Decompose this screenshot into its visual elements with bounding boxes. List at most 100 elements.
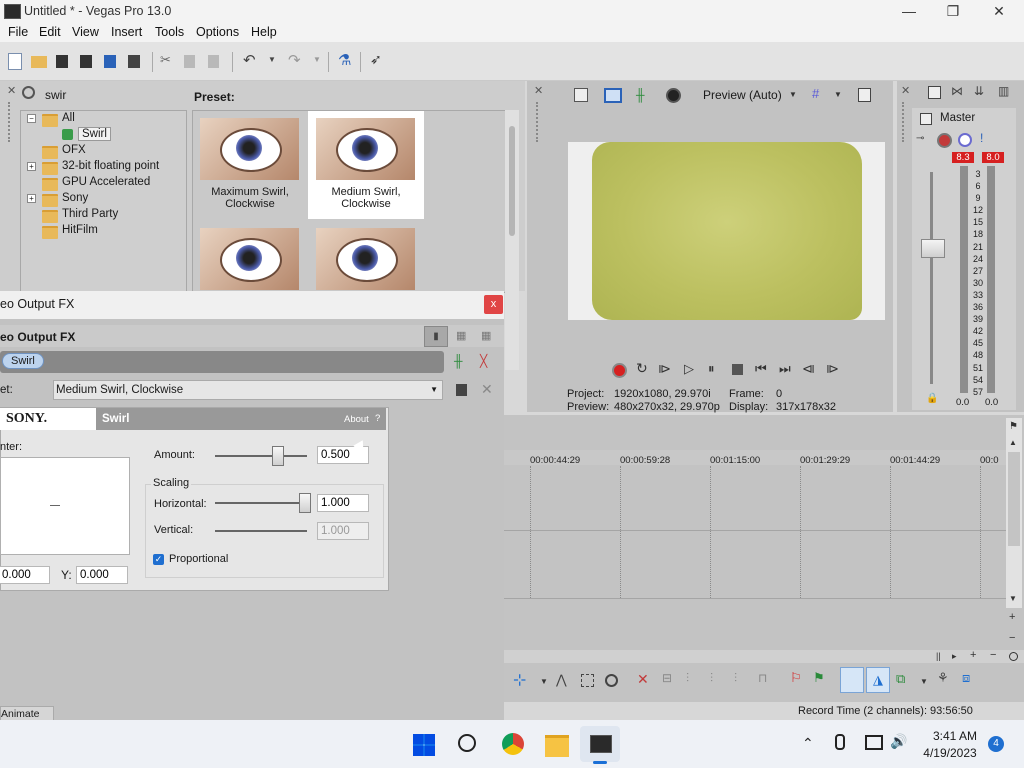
notification-badge[interactable]: 4 <box>988 736 1004 752</box>
mute-icon[interactable] <box>958 133 972 147</box>
save-preset-icon[interactable] <box>456 384 467 396</box>
scroll-right-icon[interactable]: ▸ <box>952 651 957 662</box>
redo-icon[interactable]: ↷ <box>288 51 304 69</box>
preset-thumbnail[interactable] <box>200 228 299 290</box>
render-icon[interactable] <box>104 55 116 68</box>
next-frame-icon[interactable]: ⧐ <box>826 361 839 377</box>
horizontal-input[interactable] <box>317 494 369 512</box>
expand-icon[interactable]: + <box>27 194 36 203</box>
save-icon[interactable] <box>56 55 68 68</box>
play-icon[interactable]: ▷ <box>684 361 694 377</box>
preview-quality-dropdown[interactable]: Preview (Auto) <box>703 88 782 102</box>
overlay-icon[interactable] <box>666 88 681 103</box>
tree-item-gpu[interactable]: GPU Accelerated <box>62 176 150 188</box>
redo-dropdown-icon[interactable]: ▼ <box>313 55 321 64</box>
menu-file[interactable]: File <box>8 25 28 39</box>
magnify-icon[interactable] <box>1009 652 1018 661</box>
preset-select[interactable]: Medium Swirl, Clockwise ▼ <box>53 380 443 400</box>
center-x-input[interactable] <box>0 566 50 584</box>
delete-preset-icon[interactable]: ✕ <box>481 381 493 398</box>
network-icon[interactable] <box>865 735 883 750</box>
fx-icon[interactable] <box>937 133 952 148</box>
open-icon[interactable] <box>31 56 47 68</box>
hscroll-bar[interactable] <box>504 650 1024 663</box>
preset-item-selected[interactable]: Medium Swirl, Clockwise <box>308 111 424 219</box>
region-icon[interactable]: ⚑ <box>813 670 825 686</box>
monitor-icon[interactable] <box>604 88 622 103</box>
trim-end-icon[interactable]: ⫶ <box>710 671 713 686</box>
meter-options-icon[interactable]: ▥ <box>998 84 1009 98</box>
copy-snapshot-icon[interactable] <box>858 88 871 102</box>
pan-icon[interactable]: ⊸ <box>916 133 924 144</box>
properties-icon[interactable] <box>128 55 140 68</box>
solo-icon[interactable]: ! <box>980 131 983 145</box>
menu-options[interactable]: Options <box>196 25 239 39</box>
lock-icon[interactable]: ⊓ <box>758 671 767 685</box>
panel-close-icon[interactable]: ✕ <box>7 84 16 97</box>
zoom-out-icon[interactable]: − <box>990 649 996 661</box>
center-picker[interactable] <box>0 457 130 555</box>
play-from-start-icon[interactable]: ⧐ <box>658 361 671 377</box>
zoom-in-icon[interactable]: + <box>970 649 976 661</box>
ignore-grouping-icon[interactable]: ⧈ <box>962 670 970 686</box>
center-crosshair[interactable] <box>50 505 60 506</box>
snapping-icon[interactable] <box>840 667 864 693</box>
chrome-icon[interactable] <box>502 733 524 755</box>
scroll-down-icon[interactable]: ▼ <box>1009 594 1017 603</box>
menu-tools[interactable]: Tools <box>155 25 184 39</box>
lock-envelopes-icon[interactable]: ⚘ <box>937 670 949 686</box>
bus-properties-icon[interactable] <box>928 86 941 99</box>
fx-close-button[interactable]: x <box>484 295 503 314</box>
search-input[interactable]: swir <box>45 88 66 102</box>
properties-icon[interactable] <box>574 88 588 102</box>
plugin-icon[interactable]: ⚗ <box>338 51 354 69</box>
help-icon[interactable]: ? <box>375 413 380 424</box>
cut-icon[interactable]: ✂ <box>160 52 176 68</box>
copy-icon[interactable] <box>184 55 195 68</box>
zoom-in-icon[interactable]: + <box>1009 611 1015 623</box>
lock-icon[interactable]: 🔒 <box>926 393 938 404</box>
fx-chain-swirl-button[interactable]: Swirl <box>2 353 44 369</box>
collapse-icon[interactable]: − <box>27 114 36 123</box>
clock-time[interactable]: 3:41 AM <box>932 729 978 743</box>
chevron-down-icon[interactable]: ▼ <box>789 90 797 99</box>
search-icon[interactable] <box>458 734 476 752</box>
trim-icon[interactable]: ⊟ <box>662 671 672 685</box>
grid-icon[interactable]: # <box>812 86 819 101</box>
auto-crossfade-icon[interactable]: ◮ <box>866 667 890 693</box>
paste-icon[interactable] <box>208 55 219 68</box>
scrollbar-thumb[interactable] <box>509 126 515 236</box>
record-button[interactable] <box>612 363 627 378</box>
downmix-icon[interactable]: ⋈ <box>951 84 963 98</box>
tree-item-sony[interactable]: Sony <box>62 192 88 204</box>
pause-icon[interactable]: ⏸ <box>708 361 715 377</box>
tree-item-ofx[interactable]: OFX <box>62 144 86 156</box>
split-icon[interactable]: ⫶ <box>734 671 737 686</box>
panel-close-icon[interactable]: ✕ <box>901 84 910 97</box>
volume-icon[interactable]: 🔊 <box>890 733 907 750</box>
menu-view[interactable]: View <box>72 25 99 39</box>
go-to-end-icon[interactable]: ⏭ <box>779 361 791 377</box>
tree-item-hitfilm[interactable]: HitFilm <box>62 224 98 236</box>
tree-item-third-party[interactable]: Third Party <box>62 208 118 220</box>
grid-view-icon[interactable]: ▦ <box>456 329 466 342</box>
ripple-icon[interactable]: ⧉ <box>896 671 905 687</box>
preset-thumbnail[interactable] <box>316 228 415 290</box>
panel-close-icon[interactable]: ✕ <box>534 84 543 97</box>
split-screen-icon[interactable]: ╫ <box>636 88 645 102</box>
normal-edit-tool-icon[interactable]: ⊹ <box>513 670 526 690</box>
whats-this-icon[interactable]: ➶ <box>370 51 386 67</box>
file-explorer-icon[interactable] <box>545 735 569 757</box>
minimize-button[interactable]: — <box>886 0 932 22</box>
center-y-input[interactable] <box>76 566 128 584</box>
horizontal-slider-track[interactable] <box>215 502 307 504</box>
proportional-checkbox[interactable]: ✓ <box>153 554 164 565</box>
about-link[interactable]: About <box>344 414 369 425</box>
menu-edit[interactable]: Edit <box>39 25 61 39</box>
fader-handle[interactable] <box>921 239 945 258</box>
amount-slider-track[interactable] <box>215 455 307 457</box>
chevron-down-icon[interactable]: ▼ <box>920 677 928 686</box>
go-to-start-icon[interactable]: ⏮ <box>755 361 767 377</box>
marker-icon[interactable]: ⚐ <box>790 670 802 686</box>
chevron-down-icon[interactable]: ▼ <box>834 90 842 99</box>
